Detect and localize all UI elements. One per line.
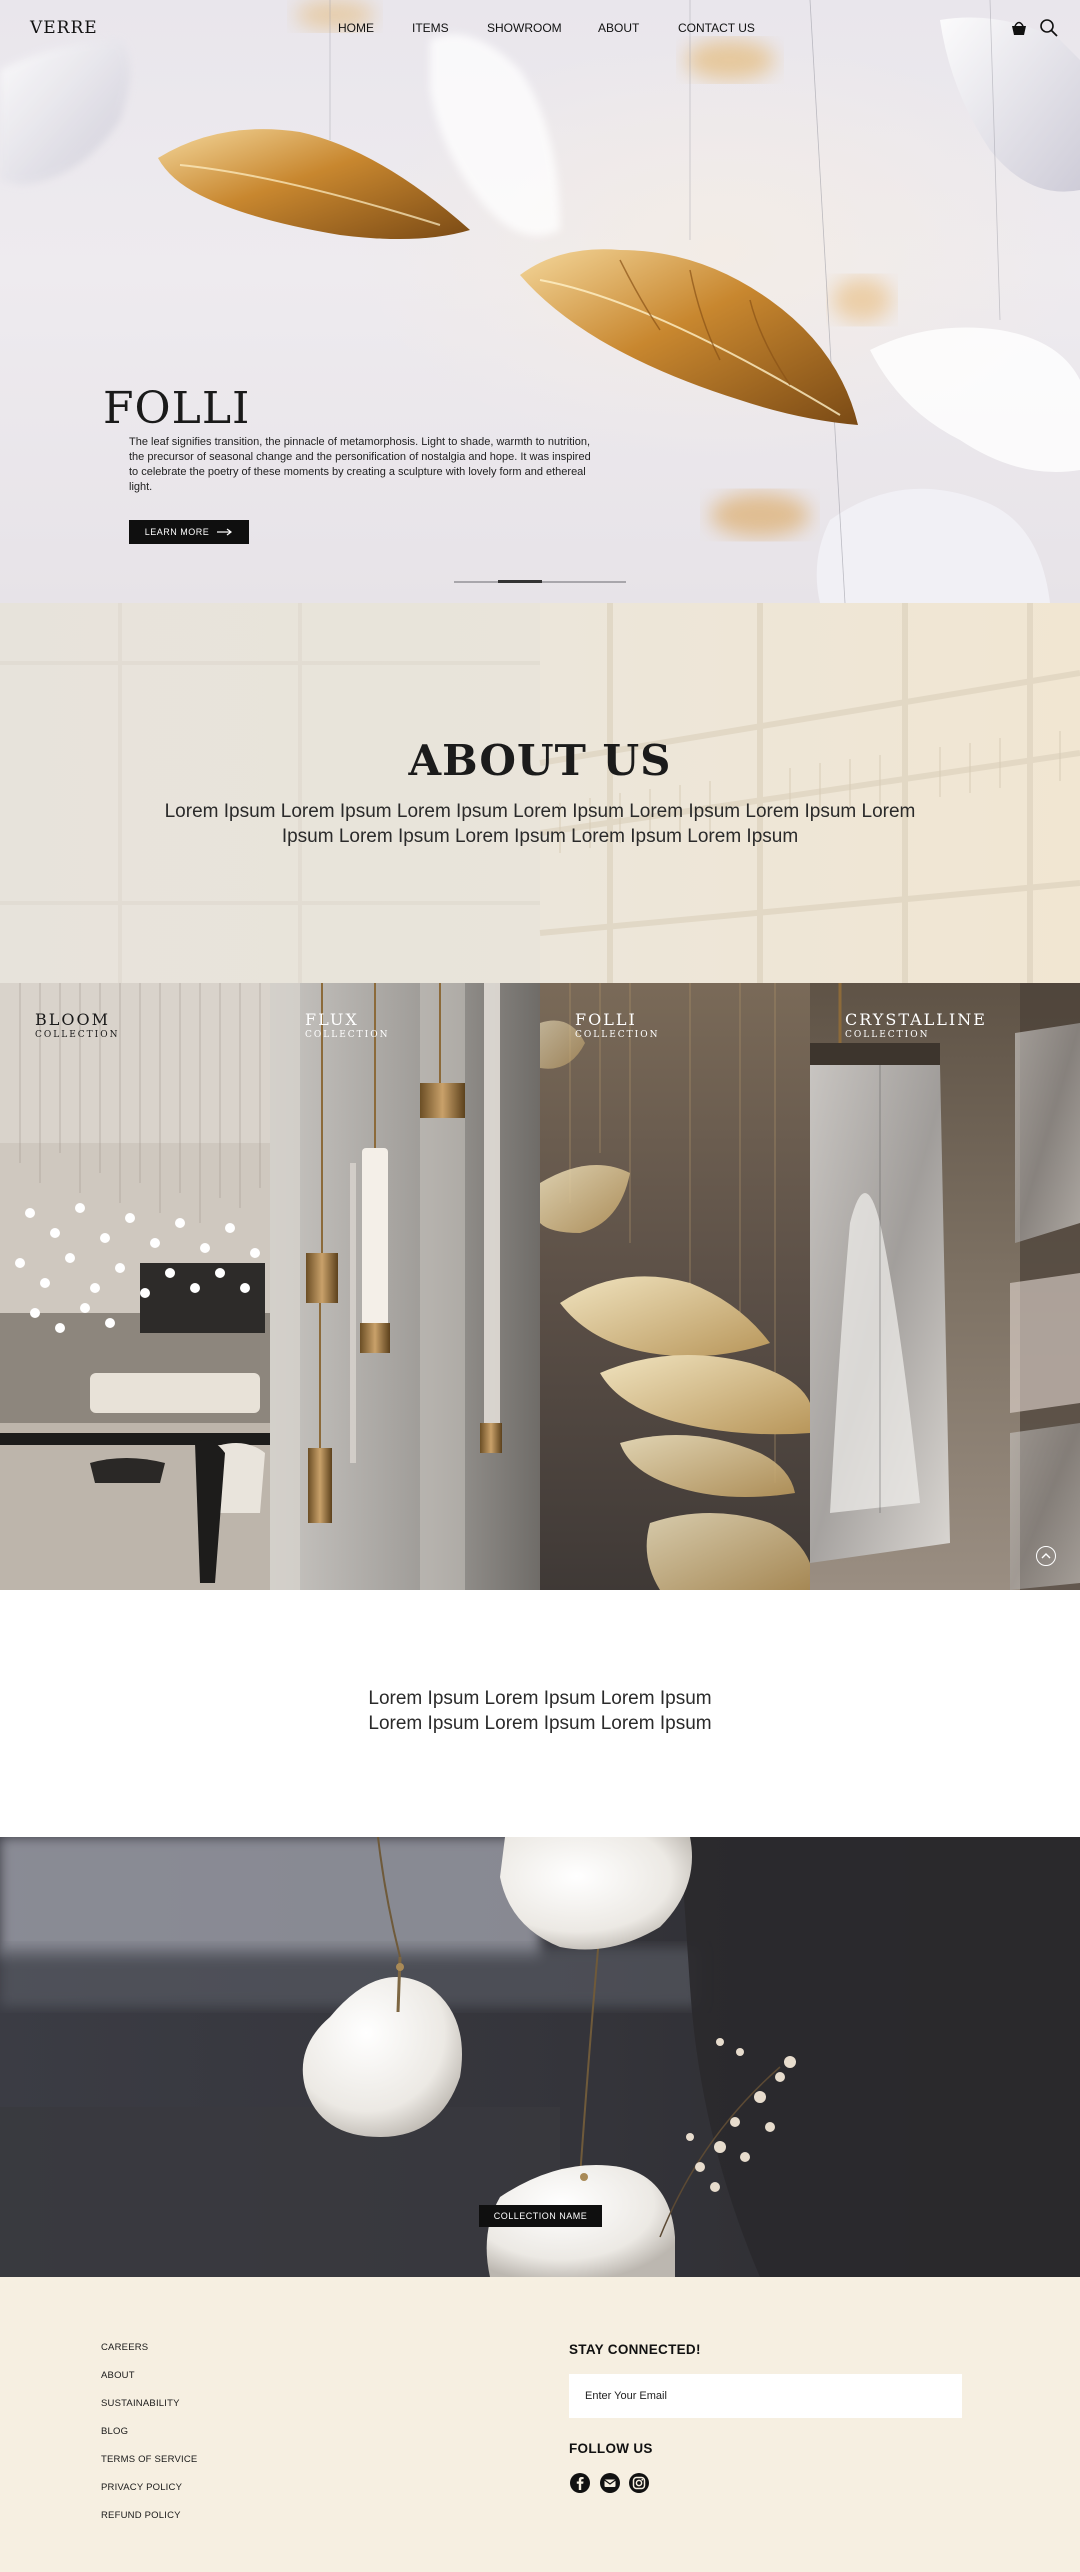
tagline-section: Lorem Ipsum Lorem Ipsum Lorem Ipsum Lore…: [240, 1686, 840, 1736]
collection-name-crystalline: CRYSTALLINE: [845, 1010, 987, 1029]
footer-link-careers[interactable]: CAREERS: [101, 2342, 148, 2353]
collection-card-folli[interactable]: FOLLI COLLECTION: [540, 983, 810, 1590]
learn-more-button[interactable]: LEARN MORE: [129, 520, 249, 544]
collection-subtitle-folli: COLLECTION: [575, 1030, 660, 1040]
footer-link-privacy-policy[interactable]: PRIVACY POLICY: [101, 2482, 182, 2493]
tagline-line-2: Lorem Ipsum Lorem Ipsum Lorem Ipsum: [368, 1713, 712, 1734]
nav-contact-us[interactable]: CONTACT US: [678, 21, 755, 35]
top-nav: VERRE HOME ITEMS SHOWROOM ABOUT CONTACT …: [0, 0, 1080, 58]
instagram-icon[interactable]: [628, 2472, 650, 2494]
collection-card-crystalline[interactable]: CRYSTALLINE COLLECTION: [810, 983, 1080, 1590]
collection-subtitle-crystalline: COLLECTION: [845, 1030, 930, 1040]
slide-indicator-active: [498, 580, 542, 583]
chevron-up-icon: [1041, 1553, 1051, 1559]
tagline-line-1: Lorem Ipsum Lorem Ipsum Lorem Ipsum: [368, 1688, 712, 1709]
about-background-image: [0, 603, 1080, 983]
about-section: ABOUT US Lorem Ipsum Lorem Ipsum Lorem I…: [0, 603, 1080, 983]
hero-title: FOLLI: [103, 383, 251, 434]
about-text: Lorem Ipsum Lorem Ipsum Lorem Ipsum Lore…: [164, 801, 916, 847]
bloom-collection-image: [0, 983, 270, 1590]
nav-showroom[interactable]: SHOWROOM: [487, 21, 562, 35]
collection-name-flux: FLUX: [305, 1010, 359, 1029]
footer-link-terms-of-service[interactable]: TERMS OF SERVICE: [101, 2454, 197, 2465]
footer-link-sustainability[interactable]: SUSTAINABILITY: [101, 2398, 180, 2409]
learn-more-label: LEARN MORE: [144, 527, 210, 537]
hero-description: The leaf signifies transition, the pinna…: [129, 436, 591, 493]
facebook-icon[interactable]: [569, 2472, 591, 2494]
email-icon[interactable]: [599, 2472, 621, 2494]
nav-home[interactable]: HOME: [338, 21, 374, 35]
folli-collection-image: [540, 983, 810, 1590]
hero-image: [0, 0, 1080, 603]
arrow-right-icon: [217, 528, 233, 536]
slide-indicator[interactable]: [454, 580, 626, 583]
crystalline-collection-image: [810, 983, 1080, 1590]
search-icon[interactable]: [1038, 17, 1060, 39]
footer-link-refund-policy[interactable]: REFUND POLICY: [101, 2510, 181, 2521]
site-footer: CAREERS ABOUT SUSTAINABILITY BLOG TERMS …: [0, 2277, 1080, 2572]
collection-card-flux[interactable]: FLUX COLLECTION: [270, 983, 540, 1590]
follow-us-heading: FOLLOW US: [569, 2441, 653, 2456]
stay-connected-heading: STAY CONNECTED!: [569, 2342, 701, 2357]
hero-banner: VERRE HOME ITEMS SHOWROOM ABOUT CONTACT …: [0, 0, 1080, 603]
collection-name-bloom: BLOOM: [35, 1010, 110, 1029]
collection-subtitle-bloom: COLLECTION: [35, 1030, 120, 1040]
nav-about[interactable]: ABOUT: [598, 21, 639, 35]
nav-items[interactable]: ITEMS: [412, 21, 449, 35]
about-title: ABOUT US: [408, 736, 672, 785]
footer-link-blog[interactable]: BLOG: [101, 2426, 128, 2437]
nav-links: HOME ITEMS SHOWROOM ABOUT CONTACT US: [0, 21, 1080, 39]
email-field[interactable]: [569, 2374, 962, 2418]
flux-collection-image: [270, 983, 540, 1590]
collection-name-folli: FOLLI: [575, 1010, 637, 1029]
basket-icon[interactable]: [1008, 17, 1030, 39]
footer-link-about[interactable]: ABOUT: [101, 2370, 135, 2381]
scroll-to-top-button[interactable]: [1036, 1546, 1056, 1566]
collection-subtitle-flux: COLLECTION: [305, 1030, 390, 1040]
collection-card-bloom[interactable]: BLOOM COLLECTION: [0, 983, 270, 1590]
collections-grid: BLOOM COLLECTION FLUX COLLECTION FOLLI C…: [0, 983, 1080, 1590]
collection-name-button[interactable]: COLLECTION NAME: [479, 2205, 602, 2227]
